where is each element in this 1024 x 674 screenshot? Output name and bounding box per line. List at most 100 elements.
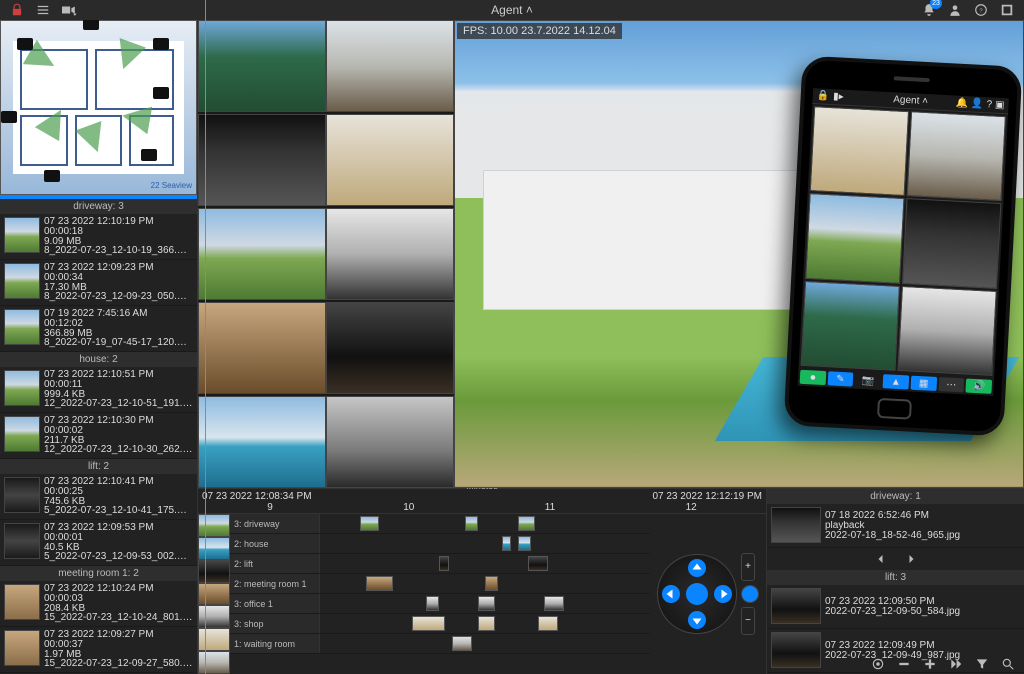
menu-icon[interactable]: [34, 1, 52, 19]
timeline-segment[interactable]: [360, 516, 380, 531]
timeline-start: 07 23 2022 12:08:34 PM: [202, 491, 312, 502]
timeline-segment[interactable]: [412, 616, 445, 631]
ptz-down[interactable]: [688, 611, 706, 629]
camera-dropdown-icon[interactable]: [60, 1, 78, 19]
recording-dur: 00:00:02: [44, 426, 193, 436]
ptz-zoom-in[interactable]: +: [741, 553, 755, 581]
timeline-segment[interactable]: [485, 576, 498, 591]
sidebar-group-header[interactable]: meeting room 1: 2: [0, 566, 197, 581]
timeline-row[interactable]: 2: house: [230, 534, 650, 554]
ptz-left[interactable]: [662, 585, 680, 603]
sidebar-group-header[interactable]: house: 2: [0, 352, 197, 367]
timeline-segment[interactable]: [518, 516, 535, 531]
fullscreen-icon: ▣: [995, 100, 1005, 111]
timeline-segment[interactable]: [366, 576, 392, 591]
camera-thumb[interactable]: [326, 20, 454, 112]
timeline-segment[interactable]: [528, 556, 548, 571]
phone-record-icon: ⏺: [800, 370, 826, 385]
camera-icon[interactable]: [83, 20, 99, 30]
timeline-segment[interactable]: [452, 636, 472, 651]
timeline-segment[interactable]: [502, 536, 512, 551]
recording-row[interactable]: 07 23 2022 12:09:23 PM00:00:3417.30 MB8_…: [0, 260, 197, 306]
camera-thumb[interactable]: [198, 396, 326, 488]
recording-row[interactable]: 07 23 2022 12:10:30 PM00:00:02211.7 KB12…: [0, 413, 197, 459]
camera-icon[interactable]: [17, 38, 33, 50]
camera-thumb[interactable]: [326, 302, 454, 394]
ptz-zoom-knob[interactable]: [741, 585, 759, 603]
help-icon[interactable]: ?: [972, 1, 990, 19]
recording-row[interactable]: 07 19 2022 7:45:16 AM00:12:02366.89 MB8_…: [0, 306, 197, 352]
recording-row[interactable]: 07 23 2022 12:10:19 PM00:00:189.09 MB8_2…: [0, 214, 197, 260]
recording-dur: 00:00:18: [44, 227, 193, 237]
recording-row[interactable]: 07 23 2022 12:10:24 PM00:00:03208.4 KB15…: [0, 581, 197, 627]
minus-icon[interactable]: [896, 656, 912, 672]
recording-time: 07 23 2022 12:09:23 PM: [44, 263, 193, 273]
notifications-icon[interactable]: 23: [920, 1, 938, 19]
recording-size: 211.7 KB: [44, 436, 193, 446]
events-group-header[interactable]: lift: 3: [767, 570, 1024, 585]
camera-thumb[interactable]: [198, 114, 326, 206]
recording-thumb: [4, 370, 40, 406]
skip-end-icon[interactable]: [948, 656, 964, 672]
ptz-control[interactable]: + −: [650, 514, 766, 674]
recording-size: 208.4 KB: [44, 604, 193, 614]
bottom-panel: 07 23 2022 12:08:34 PM Minutes 07 23 202…: [198, 488, 1024, 674]
camera-thumb[interactable]: [198, 302, 326, 394]
recording-row[interactable]: 07 23 2022 12:10:41 PM00:00:25745.6 KB5_…: [0, 474, 197, 520]
recording-file: 15_2022-07-23_12-10-24_801.mp4: [44, 613, 193, 623]
ptz-right[interactable]: [714, 585, 732, 603]
recording-row[interactable]: 07 23 2022 12:10:51 PM00:00:11999.4 KB12…: [0, 367, 197, 413]
timeline-row[interactable]: 2: meeting room 1: [230, 574, 650, 594]
timeline-row[interactable]: 1: waiting room: [230, 634, 650, 654]
search-icon[interactable]: [1000, 656, 1016, 672]
camera-icon[interactable]: [1, 111, 17, 123]
floorplan[interactable]: 22 Seaview: [0, 20, 197, 195]
timeline-preview-column: [198, 514, 230, 674]
timeline-segment[interactable]: [465, 516, 478, 531]
camera-thumb[interactable]: [326, 114, 454, 206]
chevron-right-icon[interactable]: [902, 550, 920, 568]
camera-thumb[interactable]: [198, 208, 326, 300]
recording-row[interactable]: 07 23 2022 12:09:53 PM00:00:0140.5 KB5_2…: [0, 520, 197, 566]
camera-thumb[interactable]: [326, 208, 454, 300]
camera-icon[interactable]: [44, 170, 60, 182]
timeline-segment[interactable]: [478, 616, 495, 631]
camera-icon[interactable]: [141, 149, 157, 161]
events-group-header[interactable]: driveway: 1: [767, 489, 1024, 504]
camera-thumb[interactable]: [198, 20, 326, 112]
timeline-end: 07 23 2022 12:12:19 PM: [652, 491, 762, 502]
recording-thumb: [4, 523, 40, 559]
user-icon[interactable]: [946, 1, 964, 19]
main-camera-view[interactable]: FPS: 10.00 23.7.2022 14.12.04 🔒 ▮▸ Agent…: [454, 20, 1024, 488]
app-title[interactable]: Agent ˄: [491, 3, 533, 17]
plus-icon[interactable]: [922, 656, 938, 672]
sidebar-group-header[interactable]: lift: 2: [0, 459, 197, 474]
timeline-segment[interactable]: [518, 536, 531, 551]
timeline-segment[interactable]: [478, 596, 495, 611]
event-row[interactable]: 07 23 2022 12:09:50 PM2022-07-23_12-09-5…: [767, 585, 1024, 629]
timeline-row[interactable]: 3: driveway: [230, 514, 650, 534]
timeline-row[interactable]: 3: office 1: [230, 594, 650, 614]
camera-icon[interactable]: [153, 87, 169, 99]
timeline-segment[interactable]: [439, 556, 449, 571]
timeline-row[interactable]: 2: lift: [230, 554, 650, 574]
target-icon[interactable]: [870, 656, 886, 672]
timeline-segment[interactable]: [538, 616, 558, 631]
sidebar-group-header[interactable]: driveway: 3: [0, 199, 197, 214]
fullscreen-icon[interactable]: [998, 1, 1016, 19]
lock-icon[interactable]: [8, 1, 26, 19]
timeline[interactable]: 07 23 2022 12:08:34 PM Minutes 07 23 202…: [198, 489, 766, 674]
timeline-segment[interactable]: [544, 596, 564, 611]
timeline-segment[interactable]: [426, 596, 439, 611]
filter-icon[interactable]: [974, 656, 990, 672]
event-row[interactable]: 07 18 2022 6:52:46 PMplayback2022-07-18_…: [767, 504, 1024, 548]
recording-time: 07 23 2022 12:09:27 PM: [44, 630, 193, 640]
chevron-left-icon[interactable]: [872, 550, 890, 568]
ptz-up[interactable]: [688, 559, 706, 577]
timeline-row[interactable]: 3: shop: [230, 614, 650, 634]
ptz-zoom-out[interactable]: −: [741, 607, 755, 635]
camera-icon[interactable]: [153, 38, 169, 50]
recording-row[interactable]: 07 23 2022 12:09:27 PM00:00:371.97 MB15_…: [0, 627, 197, 673]
ptz-center[interactable]: [686, 583, 708, 605]
camera-thumb[interactable]: [326, 396, 454, 488]
